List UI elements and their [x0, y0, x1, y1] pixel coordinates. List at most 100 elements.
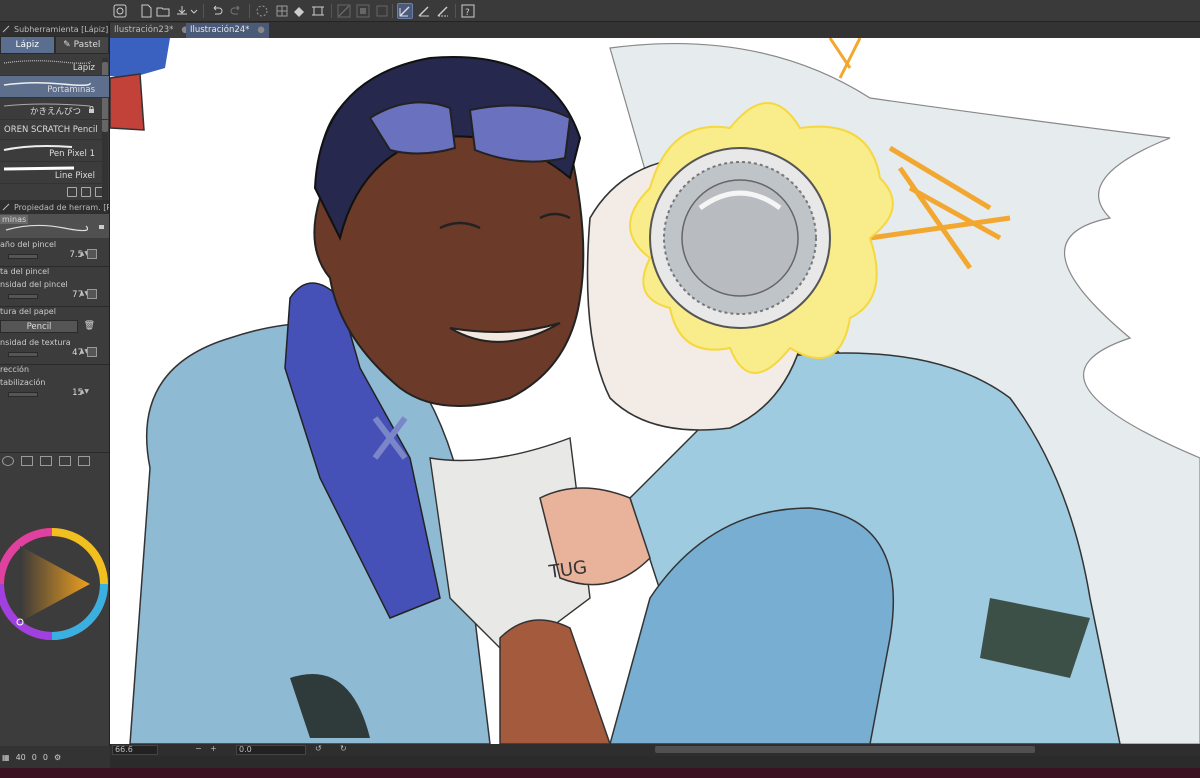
transform-icon[interactable] [310, 3, 326, 19]
settings-icon[interactable]: ⚙ [54, 753, 61, 762]
brush-size-row: año del pincel 7.5 ▲▼ [0, 238, 109, 266]
zoom-a: 40 [15, 752, 26, 762]
doc-tab-ilustracion23[interactable]: Ilustración23*● [110, 23, 193, 38]
horizontal-scrollbar[interactable] [655, 746, 1035, 753]
color-wheel[interactable] [0, 516, 110, 652]
density-toggle[interactable] [87, 289, 97, 299]
subtool-panel-title: Subherramienta [Lápiz] [14, 24, 109, 34]
approx-color-tab-icon[interactable] [59, 456, 71, 466]
grid-icon[interactable] [274, 3, 290, 19]
density-slider[interactable] [8, 294, 38, 299]
brush-size-slider[interactable] [8, 254, 38, 259]
value-b: 0 [31, 752, 37, 762]
tool-property-title: Propiedad de herram. [Portaminas] [14, 202, 109, 212]
intermediate-color-tab-icon[interactable] [40, 456, 52, 466]
density-label: nsidad del pincel [0, 280, 68, 289]
color-panel-tabs [0, 452, 109, 468]
brush-label: Line Pixel [54, 171, 95, 181]
pastel-icon: ✎ [63, 40, 71, 50]
add-brush-icon[interactable] [67, 187, 77, 197]
paper-texture-row: Pencil 🗑 [0, 318, 109, 336]
brush-item-kakienpitsu[interactable]: かきえんぴつ [0, 98, 109, 120]
brush-label: Lápiz [72, 63, 95, 73]
undo-icon[interactable] [209, 3, 225, 19]
pen-stabilize-icon[interactable] [416, 3, 432, 19]
brush-item-oren-scratch[interactable]: OREN SCRATCH Pencil [0, 120, 109, 140]
brush-density-section[interactable]: ta del pincel [0, 266, 109, 278]
status-bar: 66.6 − + 0.0 ↺ ↻ [110, 744, 1200, 756]
dropdown-icon[interactable] [190, 3, 198, 19]
loading-icon[interactable] [254, 3, 270, 19]
rotate-left-icon[interactable]: ↺ [315, 744, 322, 753]
stabilization-row: tabilización 15 ▲▼ [0, 376, 109, 404]
brush-item-lapiz[interactable]: Lápiz [0, 54, 109, 76]
property-spacer [0, 404, 109, 452]
rotation-field[interactable]: 0.0 [236, 745, 306, 755]
zoom-in-icon[interactable]: + [210, 744, 217, 753]
history-tab-icon[interactable] [78, 456, 90, 466]
ruler-icon[interactable] [336, 3, 352, 19]
duplicate-brush-icon[interactable] [81, 187, 91, 197]
svg-text:?: ? [465, 8, 470, 18]
stabilization-slider[interactable] [8, 392, 38, 397]
save-icon[interactable] [174, 3, 190, 19]
document-tabs: Ilustración23*● Ilustración24*● [110, 22, 1200, 38]
lock-icon [99, 225, 104, 229]
tool-property-header: Propiedad de herram. [Portaminas] [0, 200, 109, 214]
close-icon[interactable]: ● [257, 25, 264, 35]
trash-icon[interactable]: 🗑 [84, 321, 95, 331]
brush-preview: minas [0, 214, 109, 238]
zoom-field[interactable]: 66.6 [112, 745, 158, 755]
texture-toggle[interactable] [87, 347, 97, 357]
open-file-icon[interactable] [155, 3, 171, 19]
correction-section[interactable]: rección [0, 364, 109, 376]
brush-item-pen-pixel[interactable]: Pen Pixel 1 [0, 140, 109, 162]
layer-icon[interactable] [374, 3, 390, 19]
pen-correct-icon[interactable] [435, 3, 451, 19]
tab-pastel[interactable]: ✎ Pastel [54, 36, 109, 54]
redo-icon[interactable] [228, 3, 244, 19]
paper-texture-section[interactable]: tura del papel [0, 306, 109, 318]
color-set-tab-icon[interactable] [21, 456, 33, 466]
illustration: TUG [110, 38, 1200, 744]
os-taskbar [0, 768, 1200, 778]
color-wheel-tab-icon[interactable] [2, 456, 14, 466]
brush-label: Portaminas [47, 85, 95, 95]
subtool-tabs: Lápiz ✎ Pastel [0, 36, 109, 54]
layer-status-bar: ▦ 40 0 0 ⚙ [0, 746, 110, 768]
left-panel: Subherramienta [Lápiz] Lápiz ✎ Pastel Láp… [0, 22, 110, 746]
main-toolbar: ? [0, 0, 1200, 22]
texture-density-row: nsidad de textura 47 ▲▼ [0, 336, 109, 364]
paper-texture-select[interactable]: Pencil [0, 320, 78, 333]
layer-icon[interactable]: ▦ [2, 753, 10, 762]
brush-label: かきえんぴつ [30, 107, 82, 117]
brush-label: Pen Pixel 1 [49, 149, 95, 159]
texture-density-label: nsidad de textura [0, 338, 71, 347]
doc-tab-ilustracion24[interactable]: Ilustración24* ● [186, 23, 269, 38]
brush-size-label: año del pincel [0, 240, 57, 249]
density-row: nsidad del pincel 77 ▲▼ [0, 278, 109, 306]
fill-icon[interactable] [291, 3, 307, 19]
stabilization-label: tabilización [0, 378, 46, 387]
brush-item-portaminas[interactable]: Portaminas [0, 76, 109, 98]
color-wheel-panel [0, 468, 109, 668]
subtool-icon [2, 25, 10, 33]
app-icon[interactable] [112, 3, 128, 19]
new-file-icon[interactable] [138, 3, 154, 19]
brush-actions [0, 184, 109, 200]
tab-lapiz[interactable]: Lápiz [0, 36, 55, 54]
help-icon[interactable]: ? [460, 3, 476, 19]
mask-icon[interactable] [355, 3, 371, 19]
brush-item-line-pixel[interactable]: Line Pixel [0, 162, 109, 184]
tool-property-icon [2, 203, 10, 211]
value-c: 0 [42, 752, 48, 762]
drawing-canvas[interactable]: TUG [110, 38, 1200, 744]
texture-density-slider[interactable] [8, 352, 38, 357]
rotate-right-icon[interactable]: ↻ [340, 744, 347, 753]
subtool-panel-header: Subherramienta [Lápiz] [0, 22, 109, 36]
pen-pressure-icon[interactable] [397, 3, 413, 19]
brush-label: OREN SCRATCH Pencil [4, 125, 98, 135]
pressure-toggle[interactable] [87, 249, 97, 259]
zoom-out-icon[interactable]: − [195, 744, 202, 753]
spin-icon[interactable]: ▲▼ [80, 388, 89, 395]
